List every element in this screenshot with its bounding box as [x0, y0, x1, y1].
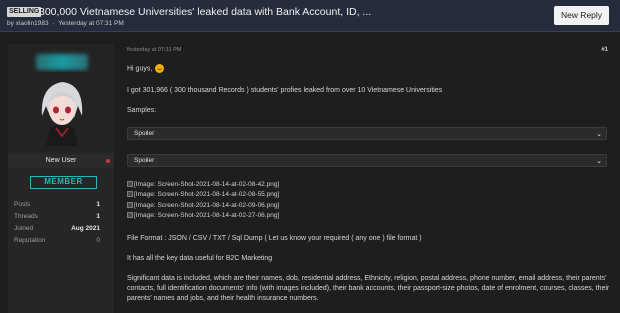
spoiler-label: Spoiler [134, 130, 155, 137]
new-reply-button[interactable]: New Reply [554, 6, 609, 25]
stat-reputation: Reputation 0 [8, 236, 114, 247]
image-alt-text: [Image: Screen-Shot-2021-08-14-at-02-27-… [134, 212, 280, 219]
broken-image: [Image: Screen-Shot-2021-08-14-at-02-27-… [127, 212, 279, 219]
key-data-text: It has all the key data useful for B2C M… [127, 255, 273, 262]
image-alt-text: [Image: Screen-Shot-2021-08-14-at-02-09-… [134, 202, 280, 209]
offline-status-icon [106, 159, 110, 163]
stat-value[interactable]: 1 [96, 201, 100, 208]
author-link[interactable]: xiaolin1983 [16, 20, 49, 27]
broken-image-icon [127, 181, 133, 187]
post-date[interactable]: Yesterday at 07:31 PM [126, 47, 181, 53]
post-number[interactable]: #1 [601, 47, 608, 53]
thread-title: 300,000 Vietnamese Universities' leaked … [39, 6, 372, 18]
chevron-down-icon: ⌄ [596, 131, 602, 138]
badge-row: MEMBER [8, 172, 114, 194]
stat-value[interactable]: 0 [96, 237, 100, 244]
selling-tag: SELLING [7, 7, 42, 17]
thread-header: SELLING 300,000 Vietnamese Universities'… [0, 0, 620, 32]
spoiler-label: Spoiler [134, 157, 155, 164]
broken-image: [Image: Screen-Shot-2021-08-14-at-02-08-… [127, 191, 279, 198]
avatar[interactable] [34, 72, 90, 146]
stat-joined: Joined Aug 2021 [8, 224, 114, 235]
stat-posts: Posts 1 [8, 200, 114, 211]
stat-label: Threads [14, 213, 38, 220]
user-title: New User [45, 157, 77, 164]
stat-label: Posts [14, 201, 31, 208]
broken-image-icon [127, 212, 133, 218]
stat-threads: Threads 1 [8, 212, 114, 223]
post-body: Yesterday at 07:31 PM #1 Hi guys, I got … [120, 44, 620, 313]
meta-separator: · [52, 20, 55, 27]
username-blurred[interactable] [36, 54, 88, 70]
stat-label: Joined [14, 225, 34, 232]
stat-value: Aug 2021 [71, 225, 100, 232]
user-panel: New User MEMBER Posts 1 Threads 1 Joined… [8, 44, 114, 313]
user-stats: Posts 1 Threads 1 Joined Aug 2021 Reputa… [8, 200, 114, 248]
broken-image: [Image: Screen-Shot-2021-08-14-at-02-09-… [127, 202, 279, 209]
image-alt-text: [Image: Screen-Shot-2021-08-14-at-02-08-… [134, 181, 280, 188]
greeting-text: Hi guys, [127, 65, 153, 73]
broken-image: [Image: Screen-Shot-2021-08-14-at-02-08-… [127, 181, 279, 188]
spoiler-toggle[interactable]: Spoiler ⌄ [127, 127, 607, 140]
intro-text: I got 301,966 ( 300 thousand Records ) s… [127, 87, 443, 94]
image-alt-text: [Image: Screen-Shot-2021-08-14-at-02-08-… [134, 191, 280, 198]
broken-image-icon [127, 202, 133, 208]
thread-meta: by xiaolin1983 · Yesterday at 07:31 PM [7, 20, 124, 27]
thread-posted-time: Yesterday at 07:31 PM [58, 20, 124, 27]
member-badge: MEMBER [30, 176, 97, 189]
samples-label: Samples: [127, 107, 157, 114]
by-prefix: by [7, 20, 14, 27]
chevron-down-icon: ⌄ [596, 158, 602, 165]
avatar-area [8, 44, 114, 152]
broken-image-icon [127, 191, 133, 197]
significant-data-text: Significant data is included, which are … [127, 275, 610, 302]
user-title-row: New User [8, 154, 114, 168]
spoiler-toggle[interactable]: Spoiler ⌄ [127, 154, 607, 167]
stat-value[interactable]: 1 [96, 213, 100, 220]
file-format-text: File Format : JSON / CSV / TXT / Sql Dum… [127, 235, 422, 242]
smiley-icon [155, 64, 165, 73]
stat-label: Reputation [14, 237, 46, 244]
greeting-line: Hi guys, [127, 64, 165, 73]
